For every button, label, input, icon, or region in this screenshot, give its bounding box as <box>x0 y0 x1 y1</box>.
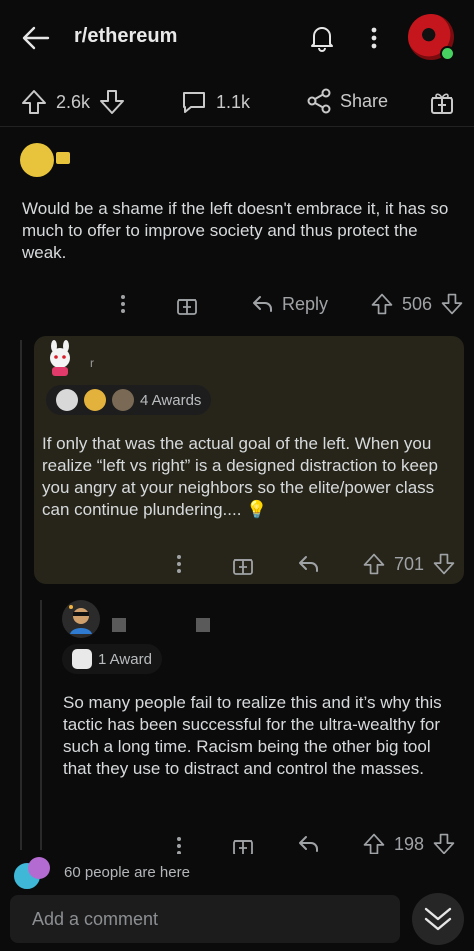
reply-arrow-icon[interactable] <box>296 552 320 576</box>
award-gift-icon[interactable] <box>428 88 456 116</box>
flair-icon <box>56 152 70 164</box>
more-vertical-icon[interactable] <box>166 832 192 854</box>
upvote-count: 2.6k <box>56 91 91 112</box>
awards-count: 4 Awards <box>140 391 202 409</box>
downvote-icon[interactable] <box>432 552 456 576</box>
commenter-avatar[interactable] <box>62 600 100 638</box>
redacted-flair <box>196 618 210 632</box>
awards-pill[interactable]: 4 Awards <box>46 385 212 415</box>
downvote-icon[interactable] <box>432 832 456 854</box>
comment-score: 506 <box>402 293 433 314</box>
award-gift-icon[interactable] <box>230 551 256 577</box>
bell-icon[interactable] <box>306 22 338 54</box>
add-comment-input[interactable]: Add a comment <box>10 895 400 943</box>
share-label: Share <box>340 90 389 111</box>
user-avatar[interactable] <box>408 14 455 61</box>
awards-count: 1 Award <box>98 650 152 668</box>
comment-score: 701 <box>394 553 425 574</box>
post-action-bar: 2.6k 1.1k Share <box>0 76 474 127</box>
redacted-username <box>112 618 126 632</box>
share-button[interactable]: Share <box>306 88 388 114</box>
share-icon <box>306 88 332 114</box>
comment-actions: 198 <box>166 832 456 854</box>
comment-count: 1.1k <box>216 91 251 112</box>
more-vertical-icon[interactable] <box>166 550 192 578</box>
awards-pill[interactable]: 1 Award <box>62 644 162 674</box>
presence-text: 60 people are here <box>64 864 190 881</box>
downvote-icon[interactable] <box>440 292 464 316</box>
comment-placeholder: Add a comment <box>32 909 159 929</box>
collapse-threads-button[interactable] <box>412 893 464 945</box>
thread-line[interactable] <box>20 340 22 850</box>
presence-avatar <box>28 857 50 879</box>
comment-score: 198 <box>394 834 425 854</box>
top-bar: r/ethereum <box>0 0 474 76</box>
award-gift-icon[interactable] <box>230 832 256 854</box>
comment-bubble-icon <box>180 88 208 116</box>
reply-arrow-icon <box>253 296 272 312</box>
vote-group: 2.6k <box>20 88 126 116</box>
thread-line[interactable] <box>40 600 42 850</box>
chevron-double-down-icon <box>424 907 452 931</box>
reply-label: Reply <box>282 293 329 314</box>
gold-award-icon <box>84 389 106 411</box>
comment-body: So many people fail to realize this and … <box>63 693 442 778</box>
comment-actions: 701 <box>166 550 456 578</box>
commenter-avatar[interactable] <box>20 143 54 177</box>
wholesome-award-icon <box>72 649 92 669</box>
upvote-icon[interactable] <box>370 292 394 316</box>
more-vertical-icon[interactable] <box>360 22 388 54</box>
upvote-icon[interactable] <box>362 832 386 854</box>
reply-button[interactable]: Reply <box>250 292 328 316</box>
downvote-icon[interactable] <box>98 88 126 116</box>
silver-award-icon <box>56 389 78 411</box>
rocket-award-icon <box>112 389 134 411</box>
comment-body: Would be a shame if the left doesn't emb… <box>22 199 449 262</box>
comments-button[interactable]: 1.1k <box>180 88 250 116</box>
comment-actions: Reply 506 <box>110 290 464 318</box>
username[interactable]: r <box>90 356 94 370</box>
presence-bar: 60 people are here <box>0 855 474 891</box>
online-status-dot <box>440 46 455 61</box>
upvote-icon[interactable] <box>20 88 48 116</box>
snoo-avatar[interactable] <box>44 340 76 378</box>
more-vertical-icon[interactable] <box>110 290 136 318</box>
upvote-icon[interactable] <box>362 552 386 576</box>
reply-arrow-icon[interactable] <box>296 832 320 854</box>
award-gift-icon[interactable] <box>174 291 200 317</box>
back-arrow-icon[interactable] <box>20 22 52 54</box>
comment-body: If only that was the actual goal of the … <box>42 434 438 519</box>
subreddit-title[interactable]: r/ethereum <box>74 25 177 48</box>
